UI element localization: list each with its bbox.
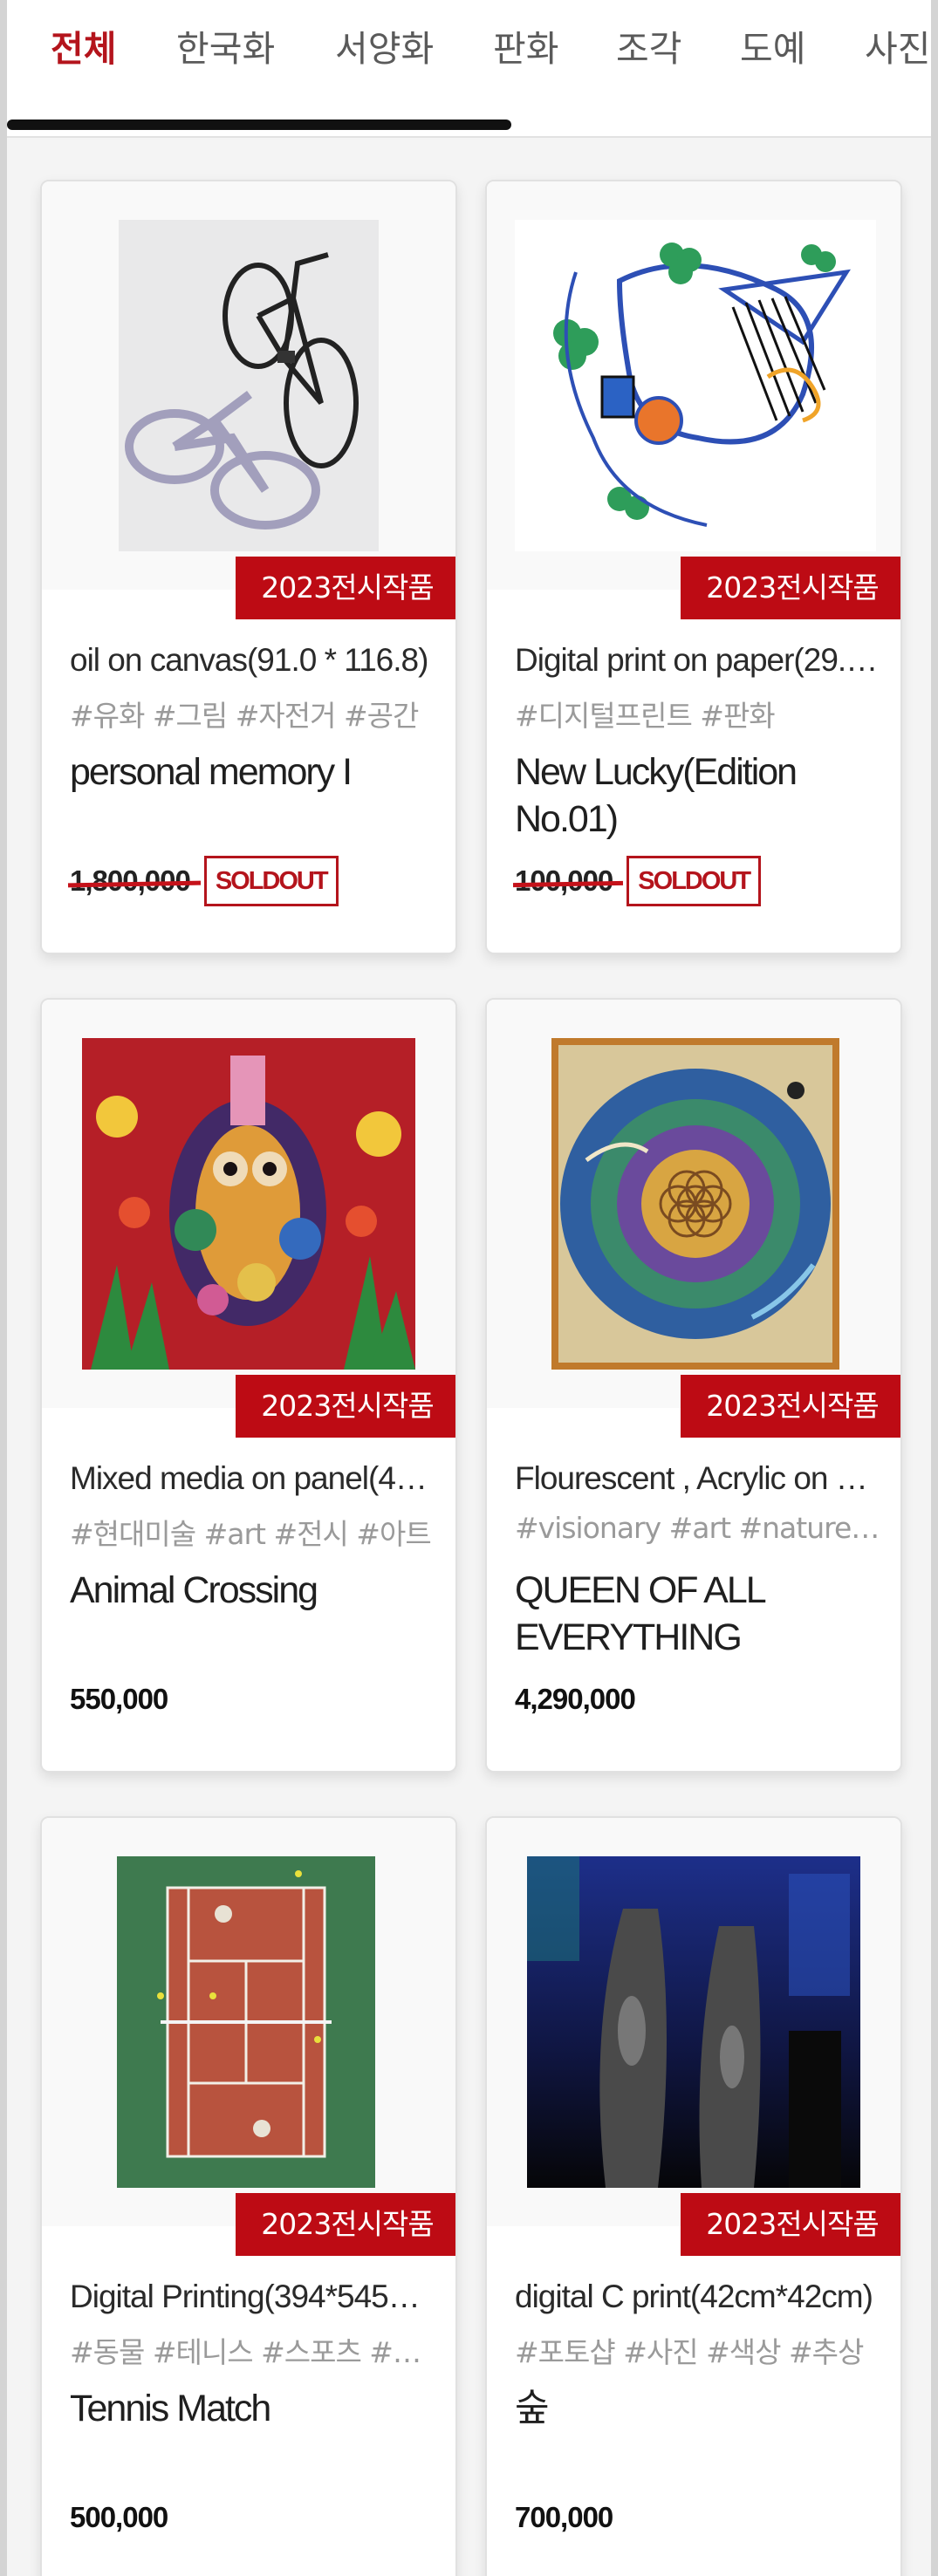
artwork-thumbnail[interactable]: 2023전시작품 [487,1000,900,1438]
artwork-medium: digital C print(42cm*42cm) [515,2279,873,2314]
colorful-giraffe-image [82,1038,415,1370]
artwork-card[interactable]: 2023전시작품 oil on canvas(91.0 * 116.8) #유화… [40,180,457,954]
price-row: 500,000 [70,2491,168,2544]
artwork-tags: #디지털프린트 #판화 [515,699,776,733]
artwork-price: 100,000 [515,864,613,897]
artwork-card[interactable]: 2023전시작품 Digital print on paper(29.7*42)… [485,180,902,954]
artwork-card[interactable]: 2023전시작품 Mixed media on panel(45*45) #현대… [40,998,457,1773]
artwork-price: 1,800,000 [70,864,191,897]
category-tab-bar: 전체 한국화 서양화 판화 조각 도예 사진 [7,0,931,138]
tab-korean-painting[interactable]: 한국화 [176,23,275,75]
exhibition-badge: 2023전시작품 [681,1375,900,1438]
artwork-title: New Lucky(Edition No.01) [515,751,798,840]
artwork-price: 550,000 [70,1683,168,1715]
price-row: 100,000 SOLDOUT [515,855,762,907]
tab-photography[interactable]: 사진 [865,23,930,75]
artwork-title: 숲 [515,2388,550,2429]
price-row: 550,000 [70,1673,168,1725]
artwork-tags: #현대미술 #art #전시 #아트 [70,1517,432,1551]
artwork-tags: #동물 #테니스 #스포츠 #코트 [70,2335,436,2369]
tab-ceramics[interactable]: 도예 [740,23,805,75]
exhibition-badge: 2023전시작품 [236,2193,455,2256]
active-tab-indicator [7,120,511,130]
price-row: 700,000 [515,2491,613,2544]
tab-prints[interactable]: 판화 [493,23,558,75]
mandala-circle-image [551,1038,839,1370]
exhibition-badge: 2023전시작품 [236,1375,455,1438]
exhibition-badge: 2023전시작품 [236,557,455,619]
artwork-thumbnail[interactable]: 2023전시작품 [487,181,900,619]
artwork-medium: Digital Printing(394*545mm) [70,2279,436,2314]
tab-western-painting[interactable]: 서양화 [335,23,434,75]
artwork-card[interactable]: 2023전시작품 Flourescent , Acrylic on canvas… [485,998,902,1773]
exhibition-badge: 2023전시작품 [681,557,900,619]
price-row: 4,290,000 [515,1673,636,1725]
artwork-thumbnail[interactable]: 2023전시작품 [42,181,455,619]
artwork-card[interactable]: 2023전시작품 digital C print(42cm*42cm) #포토샵… [485,1816,902,2576]
artwork-price: 500,000 [70,2501,168,2533]
app-frame: 전체 한국화 서양화 판화 조각 도예 사진 2023전시작품 oil on c… [7,0,931,2576]
bicycle-painting-image [119,220,379,551]
artwork-title: Animal Crossing [70,1569,318,1611]
artwork-thumbnail[interactable]: 2023전시작품 [487,1818,900,2256]
artwork-medium: oil on canvas(91.0 * 116.8) [70,642,428,678]
artwork-title: personal memory I [70,751,353,793]
soldout-badge: SOLDOUT [626,856,762,906]
artwork-tags: #포토샵 #사진 #색상 #추상 [515,2335,864,2369]
tennis-court-image [117,1856,375,2188]
artwork-price: 700,000 [515,2501,613,2533]
artwork-tags: #visionary #art #nature #earth [515,1511,881,1545]
forest-trees-image [527,1856,860,2188]
soldout-badge: SOLDOUT [203,856,339,906]
artwork-medium: Flourescent , Acrylic on canvas [515,1460,881,1496]
exhibition-badge: 2023전시작품 [681,2193,900,2256]
dove-drawing-image [515,220,876,551]
artwork-tags: #유화 #그림 #자전거 #공간 [70,699,419,733]
artwork-price: 4,290,000 [515,1683,636,1715]
tab-all[interactable]: 전체 [51,23,116,75]
artwork-thumbnail[interactable]: 2023전시작품 [42,1000,455,1438]
artwork-medium: Mixed media on panel(45*45) [70,1460,436,1496]
artwork-title: Tennis Match [70,2388,271,2429]
artwork-card[interactable]: 2023전시작품 Digital Printing(394*545mm) #동물… [40,1816,457,2576]
price-row: 1,800,000 SOLDOUT [70,855,339,907]
tab-sculpture[interactable]: 조각 [616,23,681,75]
artwork-title: QUEEN OF ALL EVERYTHING [515,1569,765,1658]
artwork-medium: Digital print on paper(29.7*42) [515,642,881,678]
artwork-thumbnail[interactable]: 2023전시작품 [42,1818,455,2256]
